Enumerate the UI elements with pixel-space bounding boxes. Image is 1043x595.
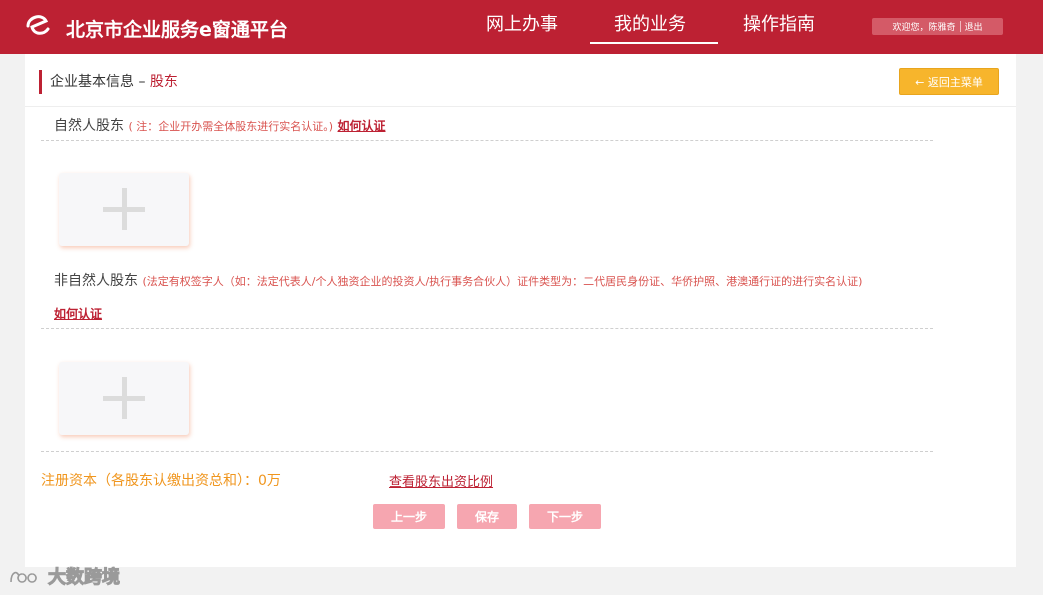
nonnatural-shareholder-note: (法定有权签字人（如：法定代表人/个人独资企业的投资人/执行事务合伙人）证件类型… xyxy=(142,275,863,288)
previous-step-button[interactable]: 上一步 xyxy=(373,504,445,529)
nav-operation-guide[interactable]: 操作指南 xyxy=(743,10,815,36)
next-step-button[interactable]: 下一步 xyxy=(529,504,601,529)
nonnatural-shareholder-section-title: 非自然人股东 (法定有权签字人（如：法定代表人/个人独资企业的投资人/执行事务合… xyxy=(54,270,862,290)
platform-logo-icon xyxy=(26,15,50,35)
add-natural-shareholder-button[interactable] xyxy=(59,173,189,246)
registered-capital-summary: 注册资本（各股东认缴出资总和）：0万 xyxy=(41,473,281,489)
page-header: 企业基本信息 – 股东 ← 返回主菜单 xyxy=(25,54,1016,107)
view-contribution-ratio-link[interactable]: 查看股东出资比例 xyxy=(389,471,493,490)
plus-icon-vertical xyxy=(122,377,127,419)
breadcrumb-current: 股东 xyxy=(149,74,178,90)
platform-title: 北京市企业服务e窗通平台 xyxy=(66,19,288,41)
main-panel: 企业基本信息 – 股东 ← 返回主菜单 自然人股东 ( 注：企业开办需全体股东进… xyxy=(25,54,1016,567)
save-button[interactable]: 保存 xyxy=(457,504,517,529)
title-accent-bar xyxy=(39,70,42,94)
back-to-main-menu-button[interactable]: ← 返回主菜单 xyxy=(899,68,999,95)
user-divider xyxy=(959,21,961,32)
natural-shareholder-title: 自然人股东 xyxy=(54,118,124,134)
natural-shareholder-section-title: 自然人股东 ( 注：企业开办需全体股东进行实名认证。) 如何认证 xyxy=(54,115,386,135)
add-nonnatural-shareholder-button[interactable] xyxy=(59,362,189,435)
top-navigation-bar: 北京市企业服务e窗通平台 网上办事 我的业务 操作指南 欢迎您，陈雅奇 退出 xyxy=(0,0,1043,54)
nonnatural-shareholder-title: 非自然人股东 xyxy=(54,273,138,289)
watermark-text: 大数跨境 xyxy=(48,567,121,589)
plus-icon-vertical xyxy=(122,188,127,230)
section-divider xyxy=(41,140,933,141)
user-info-box: 欢迎您，陈雅奇 退出 xyxy=(872,18,1003,35)
active-nav-underline xyxy=(590,42,718,44)
natural-how-to-verify-link[interactable]: 如何认证 xyxy=(338,119,386,133)
natural-shareholder-note: ( 注：企业开办需全体股东进行实名认证。) xyxy=(128,120,334,133)
nav-my-business[interactable]: 我的业务 xyxy=(614,10,686,36)
watermark-logo-icon xyxy=(10,571,37,583)
breadcrumb: 企业基本信息 – 股东 xyxy=(50,71,178,91)
logout-link[interactable]: 退出 xyxy=(965,20,983,33)
watermark: 大数跨境 xyxy=(8,564,121,589)
breadcrumb-parent: 企业基本信息 – xyxy=(50,74,146,90)
section-divider xyxy=(41,328,933,329)
nav-online-services[interactable]: 网上办事 xyxy=(486,10,558,36)
section-divider xyxy=(41,451,933,452)
user-greeting: 欢迎您，陈雅奇 xyxy=(892,23,956,33)
nonnatural-how-to-verify-link[interactable]: 如何认证 xyxy=(54,305,102,322)
